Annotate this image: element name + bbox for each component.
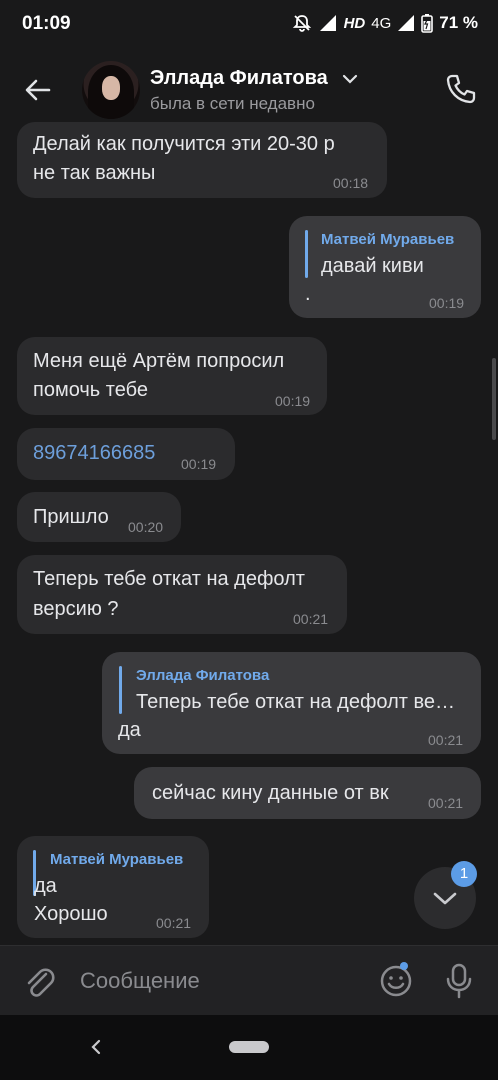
phone-link[interactable]: 89674166685 bbox=[33, 439, 155, 467]
message-bubble-outgoing[interactable]: Эллада Филатова Теперь тебе откат на деф… bbox=[102, 652, 481, 754]
voice-message-button[interactable] bbox=[444, 962, 474, 1005]
network-indicator: 4G bbox=[371, 14, 392, 32]
message-bubble-incoming[interactable]: Теперь тебе откат на дефолт версию ? 00:… bbox=[17, 555, 347, 634]
reply-text: Теперь тебе откат на дефолт ве… bbox=[136, 691, 456, 713]
battery-icon bbox=[421, 13, 434, 33]
message-bubble-outgoing[interactable]: сейчас кину данные от вк 00:21 bbox=[134, 767, 481, 819]
message-time: 00:19 bbox=[429, 295, 465, 311]
battery-level: 71 % bbox=[439, 13, 478, 32]
message-bubble-incoming[interactable]: Матвей Муравьев да Хорошо 00:21 bbox=[17, 836, 209, 938]
message-input[interactable]: Сообщение bbox=[80, 968, 200, 994]
message-bubble-incoming[interactable]: Пришло 00:20 bbox=[17, 492, 181, 542]
back-button[interactable] bbox=[20, 72, 56, 108]
phone-icon bbox=[446, 74, 476, 104]
message-time: 00:21 bbox=[156, 915, 192, 931]
smile-icon bbox=[380, 965, 412, 997]
message-text: Делай как получится эти 20-30 р bbox=[33, 133, 335, 155]
message-text: Теперь тебе откат на дефолт bbox=[33, 568, 305, 590]
hd-indicator: HD bbox=[343, 14, 366, 32]
message-bubble-incoming[interactable]: Делай как получится эти 20-30 р не так в… bbox=[17, 122, 387, 198]
microphone-icon bbox=[446, 963, 472, 999]
message-bubble-incoming[interactable]: Меня ещё Артём попросил помочь тебе 00:1… bbox=[17, 337, 327, 415]
emoji-button[interactable] bbox=[378, 963, 414, 1004]
message-time: 00:21 bbox=[428, 732, 464, 748]
reply-text: да bbox=[34, 875, 57, 897]
message-time: 00:18 bbox=[333, 175, 369, 191]
message-time: 00:21 bbox=[293, 611, 329, 627]
reply-text: давай киви bbox=[321, 255, 424, 277]
message-text: Хорошо bbox=[34, 903, 108, 925]
contact-status: была в сети недавно bbox=[150, 94, 315, 113]
message-bubble-incoming[interactable]: 89674166685 00:19 bbox=[17, 428, 235, 480]
system-nav-bar bbox=[0, 1015, 498, 1080]
chat-header: Эллада Филатова была в сети недавно bbox=[0, 50, 498, 128]
reply-author: Матвей Муравьев bbox=[321, 231, 455, 248]
paperclip-icon bbox=[27, 968, 55, 997]
attach-button[interactable] bbox=[22, 964, 56, 1005]
reply-quote-bar bbox=[119, 666, 122, 714]
message-text: Меня ещё Артём попросил bbox=[33, 350, 285, 372]
status-icons: HD 4G 71 % bbox=[292, 13, 478, 33]
message-time: 00:19 bbox=[181, 456, 217, 472]
signal-icon-2 bbox=[397, 14, 415, 32]
reply-quote-bar bbox=[305, 230, 308, 278]
nav-home-pill[interactable] bbox=[229, 1041, 269, 1053]
mute-icon bbox=[292, 13, 312, 33]
status-time: 01:09 bbox=[22, 13, 71, 34]
signal-icon bbox=[318, 14, 338, 32]
message-bubble-outgoing[interactable]: Матвей Муравьев давай киви . 00:19 bbox=[289, 216, 481, 318]
message-text: версию ? bbox=[33, 598, 119, 620]
message-time: 00:20 bbox=[128, 519, 164, 535]
back-arrow-icon bbox=[25, 79, 51, 101]
avatar[interactable] bbox=[82, 61, 140, 119]
message-text: Пришло bbox=[33, 506, 109, 528]
chevron-down-icon[interactable] bbox=[342, 72, 358, 90]
contact-name[interactable]: Эллада Филатова bbox=[150, 67, 328, 90]
message-time: 00:21 bbox=[428, 795, 464, 811]
message-text: сейчас кину данные от вк bbox=[152, 782, 389, 804]
message-composer: Сообщение bbox=[0, 945, 498, 1016]
status-bar: 01:09 HD 4G 71 % bbox=[0, 0, 498, 50]
new-sticker-indicator bbox=[400, 962, 408, 970]
reply-author: Эллада Филатова bbox=[136, 667, 270, 684]
reply-author: Матвей Муравьев bbox=[50, 851, 184, 868]
scrollbar-thumb[interactable] bbox=[492, 358, 496, 440]
message-text: помочь тебе bbox=[33, 379, 148, 401]
unread-badge: 1 bbox=[451, 861, 477, 887]
message-text: . bbox=[305, 283, 311, 305]
message-text: да bbox=[118, 719, 141, 741]
call-button[interactable] bbox=[444, 72, 478, 106]
nav-back-icon[interactable] bbox=[88, 1038, 104, 1061]
message-time: 00:19 bbox=[275, 393, 311, 409]
message-text: не так важны bbox=[33, 162, 156, 184]
